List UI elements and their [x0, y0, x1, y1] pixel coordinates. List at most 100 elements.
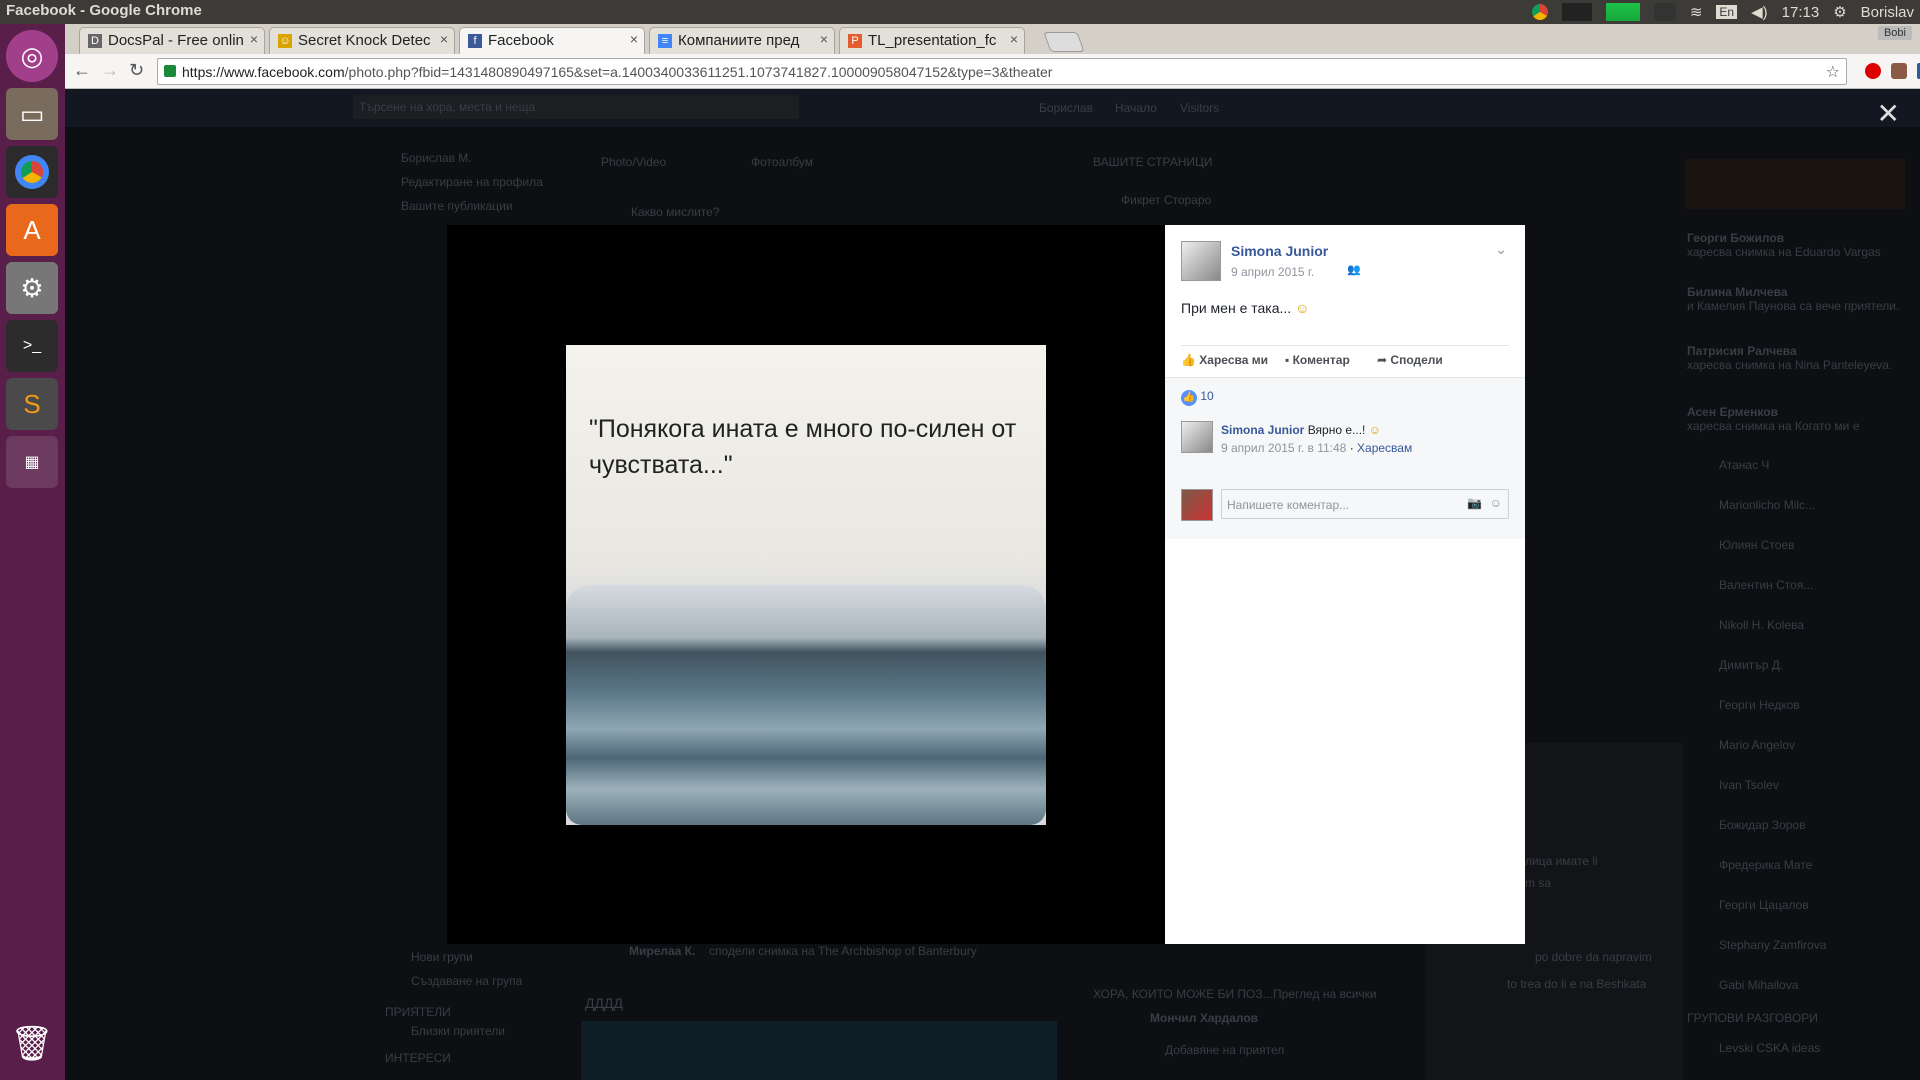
add-friend-button[interactable]: Добавяне на приятел	[1165, 1043, 1284, 1057]
left-profile-name[interactable]: Борислав М.	[401, 151, 472, 165]
software-center-icon[interactable]: A	[6, 204, 58, 256]
share-button[interactable]: ➦ Сподели	[1377, 353, 1443, 367]
close-tab-icon[interactable]: ×	[440, 31, 448, 47]
chat-contact[interactable]: Георги Недков	[1719, 698, 1800, 712]
volume-icon[interactable]: ◀)	[1751, 3, 1768, 21]
ticker-1-name[interactable]: Билина Милчева	[1687, 285, 1788, 299]
left-edit-profile[interactable]: Редактиране на профила	[401, 175, 543, 189]
close-theater-icon[interactable]: ✕	[1877, 97, 1900, 130]
composer-photo-tab[interactable]: Photo/Video	[601, 155, 666, 169]
chat-contact[interactable]: Валентин Стоя...	[1719, 578, 1813, 592]
reload-icon[interactable]: ↻	[129, 60, 144, 81]
ubuntu-dash-icon[interactable]: ◎	[6, 30, 58, 82]
ticker-2-name[interactable]: Патрисия Ралчева	[1687, 344, 1797, 358]
audience-friends-icon[interactable]: 👥	[1347, 263, 1361, 276]
camera-icon[interactable]: 📷	[1467, 496, 1482, 510]
left-your-posts[interactable]: Вашите публикации	[401, 199, 513, 213]
tab-tl-presentation[interactable]: P TL_presentation_fc ×	[839, 27, 1025, 54]
post-options-chevron-icon[interactable]: ⌄	[1495, 241, 1507, 258]
adblock-icon[interactable]	[1865, 63, 1881, 79]
chat-contact[interactable]: Ivan Tsolev	[1719, 778, 1779, 792]
tab-facebook[interactable]: f Facebook ×	[459, 27, 645, 54]
workspace-switcher-icon[interactable]: ▦	[6, 436, 58, 488]
close-tab-icon[interactable]: ×	[820, 31, 828, 47]
terminal-icon[interactable]: >_	[6, 320, 58, 372]
like-button[interactable]: 👍 Харесва ми	[1181, 353, 1268, 367]
group-chat-item[interactable]: Levski CSKA ideas	[1719, 1041, 1820, 1055]
comment-body: Simona Junior Вярно е...! ☺	[1221, 423, 1381, 437]
chat-contact[interactable]: Nikoll H. Kolева	[1719, 618, 1804, 632]
chat-contact[interactable]: Юлиян Стоев	[1719, 538, 1795, 552]
composer-album-tab[interactable]: Фотоалбум	[751, 155, 813, 169]
address-bar[interactable]: https://www.facebook.com/photo.php?fbid=…	[157, 58, 1847, 85]
tab-companies[interactable]: ≡ Компаниите пред ×	[649, 27, 835, 54]
left-create-group[interactable]: Създаване на група	[411, 974, 522, 988]
user-name[interactable]: Borislav	[1861, 4, 1914, 21]
settings-gear-icon[interactable]: ⚙	[1833, 3, 1846, 21]
instagram-extension-icon[interactable]	[1891, 63, 1907, 79]
chat-contact[interactable]: Фредерика Мате	[1719, 858, 1812, 872]
back-icon[interactable]: ←	[73, 60, 91, 81]
post-photo: "Понякога ината е много по-силен от чувс…	[566, 345, 1046, 825]
chrome-icon[interactable]	[6, 146, 58, 198]
see-all-link[interactable]: Преглед на всички	[1273, 987, 1377, 1001]
comment-button[interactable]: ▪ Коментар	[1285, 353, 1350, 367]
sublime-text-icon[interactable]: S	[6, 378, 58, 430]
chat-message: лица имате li	[1525, 854, 1598, 868]
trash-icon[interactable]: 🗑	[6, 1018, 58, 1070]
post-date[interactable]: 9 април 2015 г.	[1231, 265, 1314, 279]
chat-contact[interactable]: Mario Angelov	[1719, 738, 1795, 752]
my-avatar[interactable]	[1181, 489, 1213, 521]
bookmark-star-icon[interactable]: ☆	[1826, 62, 1840, 82]
author-name[interactable]: Simona Junior	[1231, 243, 1328, 259]
ticker-0-name[interactable]: Георги Божилов	[1687, 231, 1784, 245]
system-settings-icon[interactable]: ⚙	[6, 262, 58, 314]
chat-message: po dobre da napravim	[1535, 950, 1652, 964]
chat-contact[interactable]: Димитър Д.	[1719, 658, 1783, 672]
photo-stage[interactable]: "Понякога ината е много по-силен от чувс…	[447, 225, 1165, 944]
new-tab-button[interactable]	[1043, 32, 1085, 52]
ticker-1-text: и Камелия Паунова са вече приятели.	[1687, 299, 1900, 313]
wifi-icon[interactable]: ≋	[1690, 3, 1703, 21]
composer-input[interactable]: Какво мислите?	[631, 205, 720, 219]
files-icon[interactable]: ▭	[6, 88, 58, 140]
post-image	[581, 1021, 1057, 1080]
chat-contact[interactable]: Божидар Зоров	[1719, 818, 1805, 832]
keyboard-layout[interactable]: En	[1716, 5, 1738, 19]
likes-count[interactable]: 👍 10	[1181, 389, 1214, 406]
commenter-avatar[interactable]	[1181, 421, 1213, 453]
left-new-groups[interactable]: Нови групи	[411, 950, 473, 964]
chat-contact[interactable]: Marionlicho Milc...	[1719, 498, 1815, 512]
fb-nav-profile[interactable]: Борислав	[1039, 101, 1093, 115]
fb-search-input[interactable]: Търсене на хора, места и неща	[353, 95, 799, 119]
chrome-tray-icon[interactable]	[1531, 4, 1548, 20]
chat-contact[interactable]: Stephany Zamfirova	[1719, 938, 1826, 952]
chrome-profile-badge[interactable]: Bobi	[1877, 26, 1912, 40]
left-friends-header: ПРИЯТЕЛИ	[385, 1005, 451, 1019]
close-tab-icon[interactable]: ×	[1010, 31, 1018, 47]
forward-icon[interactable]: →	[101, 60, 119, 81]
page-name[interactable]: Фикрет Стораро	[1121, 193, 1211, 207]
left-close-friends[interactable]: Близки приятели	[411, 1024, 505, 1038]
emoji-picker-icon[interactable]: ☺	[1490, 496, 1502, 510]
chat-contact[interactable]: Gabi Mihailova	[1719, 978, 1798, 992]
suggest-header: ХОРА, КОИТО МОЖЕ БИ ПОЗ...	[1093, 987, 1273, 1001]
thumbs-up-icon: 👍	[1181, 353, 1196, 367]
comment-input[interactable]: Напишете коментар... 📷 ☺	[1221, 489, 1509, 519]
comment-like-link[interactable]: Харесвам	[1357, 441, 1412, 455]
chat-contact[interactable]: Атанас Ч	[1719, 458, 1769, 472]
close-tab-icon[interactable]: ×	[250, 31, 258, 47]
chat-contact[interactable]: Георги Цацалов	[1719, 898, 1809, 912]
author-avatar[interactable]	[1181, 241, 1221, 281]
comment-author[interactable]: Simona Junior	[1221, 423, 1304, 437]
ticker-3-name[interactable]: Асен Ерменков	[1687, 405, 1778, 419]
fb-nav-home[interactable]: Начало	[1115, 101, 1157, 115]
post-author[interactable]: Мирелаа К.	[629, 944, 695, 958]
fb-nav-visitors[interactable]: Visitors	[1180, 101, 1219, 115]
close-tab-icon[interactable]: ×	[630, 31, 638, 47]
tab-secret-knock[interactable]: ☺ Secret Knock Detec ×	[269, 27, 455, 54]
clock[interactable]: 17:13	[1782, 4, 1820, 21]
suggest-name[interactable]: Мончил Хардалов	[1150, 1011, 1258, 1025]
facebook-page: Търсене на хора, места и неща Борислав Н…	[65, 89, 1920, 1080]
tab-docspal[interactable]: D DocsPal - Free onlin ×	[79, 27, 265, 54]
